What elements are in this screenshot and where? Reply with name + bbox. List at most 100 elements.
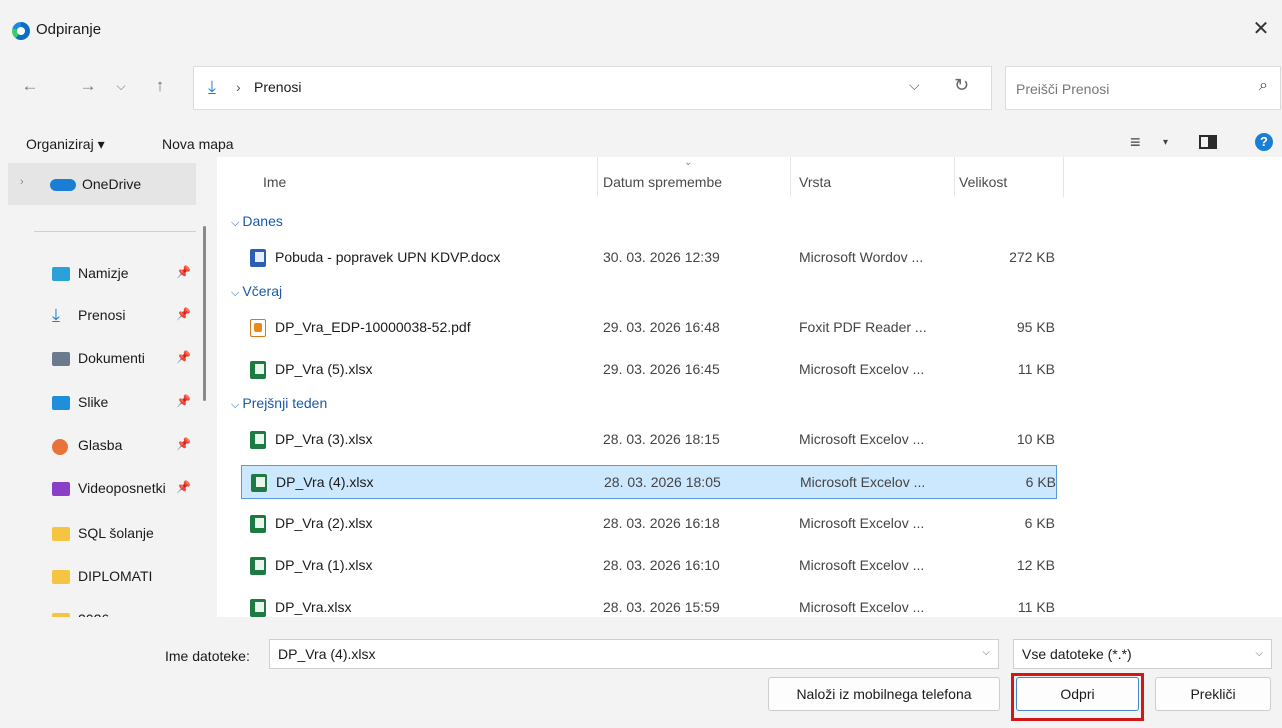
file-name: DP_Vra (3).xlsx [275, 431, 373, 447]
file-type: Microsoft Wordov ... [799, 249, 924, 265]
nav-item[interactable]: 2026 [36, 607, 196, 617]
search-input[interactable] [1014, 77, 1238, 101]
group-header[interactable]: ⌵ Danes [231, 213, 283, 230]
chevron-down-icon[interactable]: ⌵ [982, 647, 990, 658]
chevron-down-icon[interactable]: ⌵ [231, 217, 242, 229]
file-name: DP_Vra (5).xlsx [275, 361, 373, 377]
group-label: Včeraj [242, 283, 283, 299]
file-row[interactable]: DP_Vra (4).xlsx 28. 03. 2026 18:05 Microso… [241, 465, 1057, 499]
organize-menu-button[interactable]: Organiziraj ▾ [26, 136, 105, 153]
filetype-value: Vse datoteke (*.*) [1022, 646, 1132, 662]
refresh-icon[interactable]: ↻ [954, 75, 969, 96]
group-header[interactable]: ⌵ Včeraj [231, 283, 282, 300]
filename-combobox[interactable]: ⌵ [269, 639, 999, 669]
pin-icon[interactable]: 📌 [176, 350, 191, 364]
nav-item[interactable]: Dokumenti 📌 [36, 346, 196, 376]
sort-indicator-icon: ⌄ [684, 157, 693, 168]
nav-item[interactable]: Namizje 📌 [36, 261, 196, 291]
nav-item[interactable]: Slike 📌 [36, 390, 196, 420]
file-row[interactable]: DP_Vra (3).xlsx 28. 03. 2026 18:15 Microso… [241, 423, 1057, 457]
back-button[interactable]: ← [16, 76, 44, 96]
column-header-date[interactable]: Datum spremembe [603, 174, 722, 190]
nav-item[interactable]: Videoposnetki 📌 [36, 476, 196, 506]
chevron-down-icon[interactable]: ⌵ [231, 399, 242, 411]
pin-icon[interactable]: 📌 [176, 480, 191, 494]
column-divider[interactable] [597, 157, 598, 197]
file-size: 11 KB [1017, 361, 1055, 377]
file-size: 95 KB [1016, 319, 1055, 335]
upload-from-mobile-button[interactable]: Naloži iz mobilnega telefona [768, 677, 1000, 711]
nav-item[interactable]: DIPLOMATI [36, 564, 196, 594]
cancel-button[interactable]: Prekliči [1155, 677, 1271, 711]
file-row[interactable]: DP_Vra_EDP-10000038-52.pdf 29. 03. 2026 1… [241, 311, 1057, 345]
pin-icon[interactable]: 📌 [176, 307, 191, 321]
navigation-pane: › OneDrive Namizje 📌 ⤓ Prenosi 📌 Dokumenti 📌 Sl… [0, 157, 205, 617]
file-type: Microsoft Excelov ... [800, 474, 926, 490]
filename-input[interactable] [276, 645, 970, 663]
search-box[interactable]: ⌕ [1005, 66, 1281, 110]
address-dropdown-icon[interactable]: ⌵ [909, 77, 920, 94]
file-name: DP_Vra (4).xlsx [276, 474, 374, 490]
excel-file-icon [250, 361, 266, 379]
file-row[interactable]: Pobuda - popravek UPN KDVP.docx 30. 03. 2… [241, 241, 1057, 275]
pin-icon[interactable]: 📌 [176, 394, 191, 408]
window-title: Odpiranje [36, 21, 102, 38]
column-divider[interactable] [790, 157, 791, 197]
nav-item-label: Videoposnetki [78, 480, 166, 496]
file-size: 6 KB [1025, 474, 1056, 490]
file-type: Microsoft Excelov ... [799, 431, 925, 447]
group-header[interactable]: ⌵ Prejšnji teden [231, 395, 327, 412]
nav-item[interactable]: Glasba 📌 [36, 433, 196, 463]
filetype-select[interactable]: Vse datoteke (*.*) ⌵ [1013, 639, 1272, 669]
nav-item[interactable]: ⤓ Prenosi 📌 [36, 303, 196, 333]
nav-item-label: Prenosi [78, 307, 126, 323]
open-button[interactable]: Odpri [1016, 677, 1139, 711]
column-header-type[interactable]: Vrsta [799, 174, 831, 190]
file-row[interactable]: DP_Vra (2).xlsx 28. 03. 2026 16:18 Microso… [241, 507, 1057, 541]
close-button[interactable]: ✕ [1248, 16, 1274, 42]
view-options-icon[interactable]: ≡ [1130, 132, 1141, 153]
documents-icon [52, 352, 70, 366]
nav-item-onedrive[interactable]: › OneDrive [8, 163, 196, 205]
address-bar[interactable]: ⤓ › Prenosi ⌵ ↻ [193, 66, 992, 110]
breadcrumb-prenosi[interactable]: Prenosi [254, 79, 301, 95]
help-icon[interactable]: ? [1255, 133, 1273, 151]
file-date: 28. 03. 2026 15:59 [603, 599, 720, 615]
edge-browser-icon [12, 22, 30, 40]
excel-file-icon [250, 515, 266, 533]
column-divider[interactable] [1063, 157, 1064, 197]
videos-icon [52, 482, 70, 496]
navpane-scrollbar[interactable] [203, 226, 206, 401]
search-icon[interactable]: ⌕ [1259, 77, 1268, 95]
file-name: DP_Vra (1).xlsx [275, 557, 373, 573]
excel-file-icon [250, 599, 266, 617]
recent-locations-button[interactable]: ⌵ [107, 79, 135, 94]
pin-icon[interactable]: 📌 [176, 265, 191, 279]
column-header-size[interactable]: Velikost [959, 174, 1007, 190]
column-divider[interactable] [954, 157, 955, 197]
new-folder-button[interactable]: Nova mapa [162, 136, 234, 152]
file-row[interactable]: DP_Vra (1).xlsx 28. 03. 2026 16:10 Microso… [241, 549, 1057, 583]
chevron-down-icon[interactable]: ⌵ [1255, 648, 1263, 659]
preview-pane-icon[interactable] [1199, 135, 1217, 149]
dialog-footer: Ime datoteke: ⌵ Vse datoteke (*.*) ⌵ Nal… [0, 617, 1282, 728]
download-icon: ⤓ [208, 77, 216, 97]
nav-item-label: Slike [78, 394, 109, 410]
file-size: 12 KB [1016, 557, 1055, 573]
forward-button[interactable]: → [74, 76, 102, 96]
file-date: 28. 03. 2026 18:05 [604, 474, 721, 490]
file-name: DP_Vra.xlsx [275, 599, 352, 615]
view-dropdown-icon[interactable]: ▾ [1163, 137, 1168, 148]
excel-file-icon [251, 474, 267, 492]
breadcrumb-separator: › [236, 79, 241, 95]
file-name: DP_Vra_EDP-10000038-52.pdf [275, 319, 471, 335]
group-label: Danes [242, 213, 283, 229]
chevron-right-icon[interactable]: › [20, 176, 24, 188]
nav-item[interactable]: SQL šolanje [36, 521, 196, 551]
chevron-down-icon[interactable]: ⌵ [231, 287, 242, 299]
file-row[interactable]: DP_Vra (5).xlsx 29. 03. 2026 16:45 Microso… [241, 353, 1057, 387]
pin-icon[interactable]: 📌 [176, 437, 191, 451]
column-header-name[interactable]: Ime [263, 174, 286, 190]
word-file-icon [250, 249, 266, 267]
up-button[interactable]: ↑ [146, 76, 174, 96]
